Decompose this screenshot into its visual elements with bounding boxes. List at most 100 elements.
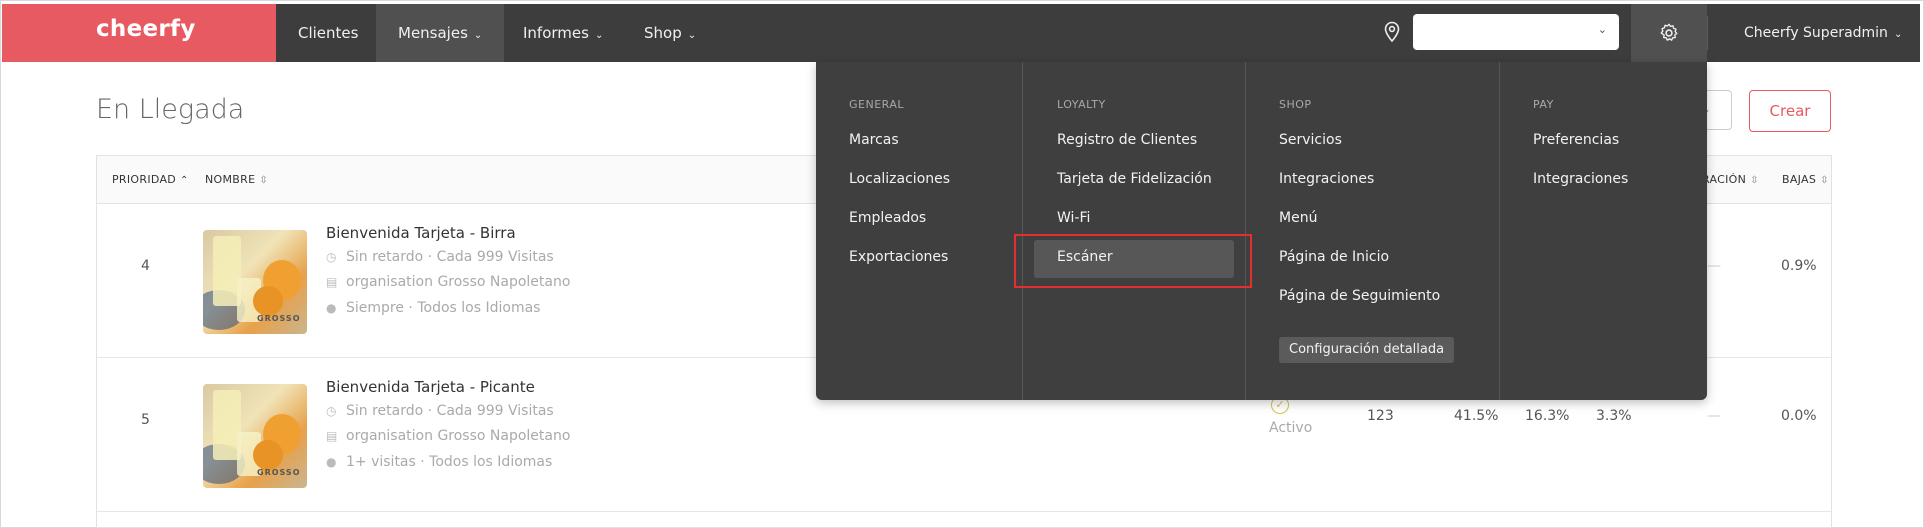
menu-item-marcas[interactable]: Marcas [849, 132, 899, 148]
clock-icon: ◷ [326, 250, 337, 264]
store-icon: ▤ [326, 275, 338, 289]
brand-logo[interactable]: cheerfy [2, 4, 276, 62]
location-select[interactable]: ⌄ [1413, 14, 1619, 50]
sort-icon: ⇳ [1820, 175, 1829, 186]
menu-item-localizaciones[interactable]: Localizaciones [849, 171, 950, 187]
nav-shop[interactable]: Shop ⌄ [622, 4, 718, 62]
detailed-config-button[interactable]: Configuración detallada [1279, 337, 1455, 363]
page-title: En Llegada [96, 94, 245, 125]
header-label: PRIORIDAD [112, 173, 177, 186]
divider [1499, 62, 1500, 400]
row-org: ▤ organisation Grosso Napoletano [326, 274, 570, 290]
row-priority: 4 [141, 258, 150, 274]
clock-icon: ◷ [326, 404, 337, 418]
header-label: RACIÓN [1702, 173, 1747, 186]
row-audience-value: 1+ visitas [346, 454, 416, 470]
menu-heading-shop: SHOP [1279, 98, 1312, 111]
thumbnail-brand-text: GROSSO [257, 468, 301, 477]
header-nombre[interactable]: NOMBRE ⇳ [205, 173, 268, 186]
row-bajas: 0.9% [1781, 258, 1817, 274]
header-label: BAJAS [1782, 173, 1817, 186]
create-button[interactable]: Crear [1749, 90, 1831, 132]
menu-item-wifi[interactable]: Wi-Fi [1057, 210, 1090, 226]
menu-item-integraciones-pay[interactable]: Integraciones [1533, 171, 1628, 187]
row-status: Activo [1269, 420, 1313, 436]
menu-item-empleados[interactable]: Empleados [849, 210, 926, 226]
row-frequency: Cada 999 Visitas [436, 249, 554, 265]
chevron-down-icon: ⌄ [1597, 23, 1607, 36]
menu-heading-loyalty: LOYALTY [1057, 98, 1106, 111]
message-thumbnail: GROSSO [203, 230, 307, 334]
row-language: Todos los Idiomas [417, 300, 541, 316]
row-audience: ● Siempre · Todos los Idiomas [326, 300, 541, 316]
settings-button[interactable] [1631, 4, 1707, 62]
sort-asc-icon: ⌃ [180, 175, 189, 186]
nav-mensajes[interactable]: Mensajes ⌄ [376, 4, 505, 62]
row-frequency: Cada 999 Visitas [436, 403, 554, 419]
row-pct1: 41.5% [1454, 408, 1499, 424]
menu-item-pagina-seguimiento[interactable]: Página de Seguimiento [1279, 288, 1440, 304]
sort-icon: ⇳ [259, 175, 269, 186]
row-pct2: 16.3% [1525, 408, 1570, 424]
row-delay: Sin retardo [346, 249, 424, 265]
chevron-down-icon: ⌄ [1893, 29, 1903, 40]
row-title[interactable]: Bienvenida Tarjeta - Birra [326, 224, 516, 242]
menu-item-registro-clientes[interactable]: Registro de Clientes [1057, 132, 1197, 148]
logo-text: cheerfy [96, 16, 196, 42]
menu-item-integraciones-shop[interactable]: Integraciones [1279, 171, 1374, 187]
row-schedule: ◷ Sin retardo · Cada 999 Visitas [326, 403, 554, 419]
header-duracion[interactable]: RACIÓN ⇳ [1702, 173, 1759, 186]
user-menu[interactable]: Cheerfy Superadmin ⌄ [1744, 4, 1902, 62]
nav-label: Shop [644, 24, 682, 42]
nav-label: Clientes [298, 24, 359, 42]
nav-informes[interactable]: Informes ⌄ [501, 4, 625, 62]
row-pct3: 3.3% [1596, 408, 1632, 424]
chevron-down-icon: ⌄ [594, 30, 604, 41]
row-bajas: 0.0% [1781, 408, 1817, 424]
user-icon: ● [326, 301, 337, 315]
store-icon: ▤ [326, 429, 338, 443]
nav-label: Informes [523, 24, 589, 42]
row-delay: Sin retardo [346, 403, 424, 419]
sort-icon: ⇳ [1750, 175, 1759, 186]
chevron-down-icon: ⌄ [687, 30, 697, 41]
message-thumbnail: GROSSO [203, 384, 307, 488]
header-prioridad[interactable]: PRIORIDAD ⌃ [112, 173, 189, 186]
row-org-name: organisation Grosso Napoletano [346, 428, 571, 444]
thumbnail-brand-text: GROSSO [257, 314, 301, 323]
divider [1245, 62, 1246, 400]
row-language: Todos los Idiomas [429, 454, 553, 470]
row-duration: — [1707, 408, 1721, 424]
gear-icon [1660, 23, 1678, 41]
user-icon: ● [326, 455, 337, 469]
divider [1022, 62, 1023, 400]
row-org-name: organisation Grosso Napoletano [346, 274, 571, 290]
settings-dropdown-menu: GENERAL Marcas Localizaciones Empleados … [816, 62, 1707, 400]
menu-item-pagina-inicio[interactable]: Página de Inicio [1279, 249, 1389, 265]
menu-heading-pay: PAY [1533, 98, 1554, 111]
row-priority: 5 [141, 412, 150, 428]
menu-heading-general: GENERAL [849, 98, 905, 111]
menu-item-exportaciones[interactable]: Exportaciones [849, 249, 948, 265]
location-pin-icon[interactable] [1383, 21, 1401, 43]
user-name: Cheerfy Superadmin [1744, 25, 1888, 41]
row-audience: ● 1+ visitas · Todos los Idiomas [326, 454, 553, 470]
menu-item-tarjeta-fidelizacion[interactable]: Tarjeta de Fidelización [1057, 171, 1212, 187]
menu-item-menu[interactable]: Menú [1279, 210, 1317, 226]
nav-label: Mensajes [398, 24, 468, 42]
row-schedule: ◷ Sin retardo · Cada 999 Visitas [326, 249, 554, 265]
chevron-down-icon: ⌄ [473, 30, 483, 41]
top-navbar: cheerfy Clientes Mensajes ⌄ Informes ⌄ Sho… [2, 4, 1920, 62]
row-title[interactable]: Bienvenida Tarjeta - Picante [326, 378, 535, 396]
menu-item-preferencias[interactable]: Preferencias [1533, 132, 1619, 148]
menu-item-servicios[interactable]: Servicios [1279, 132, 1342, 148]
header-label: NOMBRE [205, 173, 256, 186]
row-count: 123 [1367, 408, 1394, 424]
header-bajas[interactable]: BAJAS ⇳ [1782, 173, 1829, 186]
row-org: ▤ organisation Grosso Napoletano [326, 428, 570, 444]
nav-clientes[interactable]: Clientes [276, 4, 380, 62]
highlight-annotation-box [1014, 234, 1252, 288]
divider [1707, 16, 1708, 50]
row-audience-value: Siempre [346, 300, 404, 316]
row-duration: — [1707, 258, 1721, 274]
